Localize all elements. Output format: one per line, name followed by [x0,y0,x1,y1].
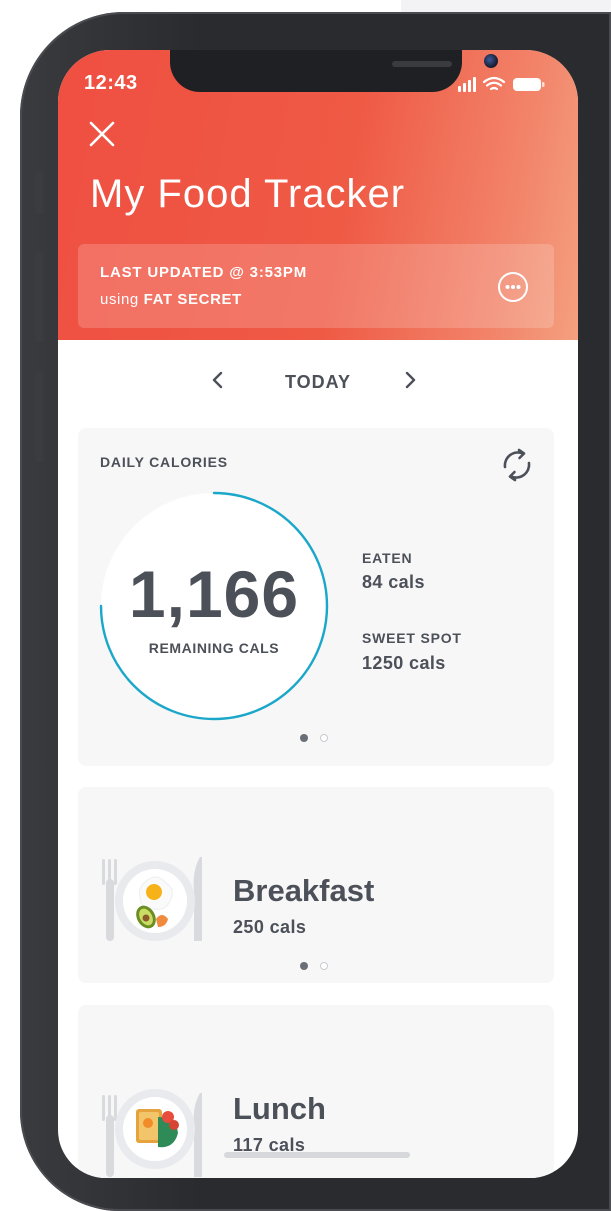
lunch-plate-icon [102,1089,202,1177]
eaten-value: 84 cals [362,572,425,592]
source-name: FAT SECRET [143,291,242,308]
eaten-label: EATEN [362,550,413,566]
front-camera [484,54,498,68]
page-dot[interactable] [320,962,328,970]
app-header: 12:43 My Food Tracker LAST UPDATED @ 3:5… [58,50,578,340]
calorie-ring: 1,166 REMAINING CALS [98,490,330,722]
home-indicator[interactable] [224,1152,410,1158]
remaining-calories-value: 1,166 [128,557,300,631]
page-indicator [300,962,340,972]
daily-calories-card[interactable]: DAILY CALORIES 1,166 REMAINING CALS EATE… [78,428,554,766]
meal-calories: 250 cals [233,917,307,937]
previous-day-icon[interactable] [208,368,228,392]
volume-up-button [35,252,43,342]
current-date-label: TODAY [284,372,352,392]
sweet-spot-label: SWEET SPOT [362,630,462,646]
page-indicator [300,734,340,744]
refresh-icon[interactable] [498,446,536,484]
more-dots-icon [505,285,521,289]
device-notch [170,50,498,92]
page-dot-active[interactable] [300,734,308,742]
more-options-button[interactable] [498,272,528,302]
sync-status-panel: LAST UPDATED @ 3:53PM using FAT SECRET [78,244,554,328]
last-updated-text: LAST UPDATED @ 3:53PM [100,264,308,281]
speaker-grille [392,61,452,67]
source-prefix: using [100,291,144,308]
signal-icon [458,77,476,92]
date-navigator: TODAY [58,360,578,400]
battery-icon [513,78,545,91]
meal-name: Breakfast [233,873,375,908]
page-dot[interactable] [320,734,328,742]
breakfast-plate-icon [102,857,202,941]
close-icon[interactable] [88,120,116,148]
status-time: 12:43 [84,72,138,94]
sweet-spot-value: 1250 cals [362,653,446,673]
meal-card-breakfast[interactable]: Breakfast 250 cals [78,787,554,983]
app-screen: 12:43 My Food Tracker LAST UPDATED @ 3:5… [58,50,578,1178]
card-title: DAILY CALORIES [100,454,228,470]
meal-name: Lunch [233,1091,326,1126]
data-source-text: using FAT SECRET [100,291,242,308]
remaining-calories-label: REMAINING CALS [148,640,280,656]
page-title: My Food Tracker [90,172,406,216]
status-icons [458,76,545,92]
page-dot-active[interactable] [300,962,308,970]
volume-down-button [35,372,43,462]
mute-switch [35,172,43,214]
wifi-icon [482,76,506,91]
next-day-icon[interactable] [400,368,420,392]
